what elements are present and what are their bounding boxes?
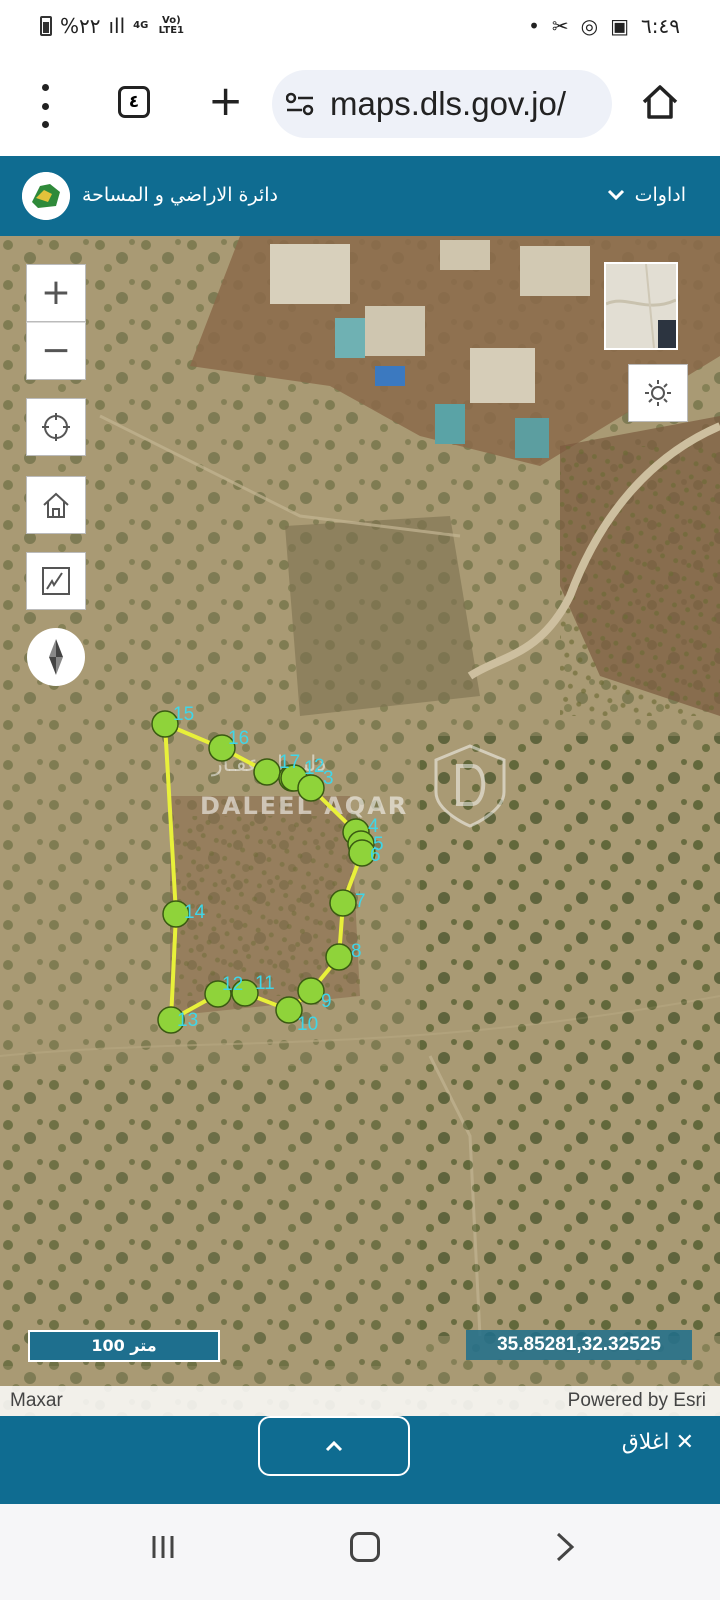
close-label: اغلاق: [621, 1430, 670, 1455]
dot-icon: •: [528, 14, 540, 38]
status-bar: %٢٢ ıll 4G Vo) LTE1 • ✂ ◎ ▣ ٦:٤٩: [0, 0, 720, 56]
parcel-vertex-label-8: 8: [351, 941, 362, 962]
signal-icon: ıll: [108, 14, 126, 38]
parcel-vertex-7[interactable]: [329, 889, 357, 917]
status-right: • ✂ ◎ ▣ ٦:٤٩: [528, 14, 680, 38]
browser-toolbar: ٤ + maps.dls.gov.jo/: [0, 56, 720, 156]
lte-indicator: Vo) LTE1: [158, 15, 184, 36]
site-settings-icon[interactable]: [286, 92, 314, 116]
parcel-vertex-17[interactable]: [253, 758, 281, 786]
brightness-button[interactable]: [628, 364, 688, 422]
home-icon: [43, 492, 69, 518]
app-title: دائرة الاراضي و المساحة: [82, 184, 279, 206]
network-type: 4G: [133, 20, 149, 31]
address-bar[interactable]: maps.dls.gov.jo/: [272, 70, 612, 138]
url-text: maps.dls.gov.jo/: [330, 85, 566, 122]
menu-icon[interactable]: [30, 84, 60, 128]
coordinates-readout: 35.85281,32.32525: [466, 1330, 692, 1360]
parcel-vertex-label-1: 1: [304, 758, 315, 779]
basemap-thumbnail: [606, 264, 676, 348]
dls-logo: [22, 172, 70, 220]
parcel-vertex-label-15: 15: [173, 704, 194, 725]
crosshair-icon: [42, 413, 70, 441]
sun-icon: [645, 380, 671, 406]
measure-icon: [42, 567, 70, 595]
app-header: دائرة الاراضي و المساحة اداوات: [0, 156, 720, 236]
tools-menu[interactable]: اداوات: [607, 180, 686, 210]
recent-apps-icon[interactable]: [148, 1532, 178, 1562]
home-nav-icon[interactable]: [350, 1532, 380, 1562]
measure-button[interactable]: [26, 552, 86, 610]
map-home-button[interactable]: [26, 476, 86, 534]
whatsapp-icon: ◎: [580, 14, 599, 38]
imagery-credit: Maxar: [10, 1390, 63, 1411]
zoom-in-button[interactable]: +: [26, 264, 86, 322]
zoom-out-button[interactable]: −: [26, 322, 86, 380]
parcel-vertex-label-3: 3: [323, 768, 334, 789]
battery-percent: %٢٢: [60, 14, 101, 38]
esri-credit[interactable]: Powered by Esri: [568, 1386, 706, 1416]
parcel-vertex-label-17: 17: [279, 752, 300, 773]
parcel-vertex-label-12: 12: [222, 974, 243, 995]
parcel-vertex-8[interactable]: [325, 943, 353, 971]
parcel-vertex-label-9: 9: [321, 991, 332, 1012]
battery-icon: [40, 16, 52, 36]
parcel-vertex-label-13: 13: [177, 1010, 198, 1031]
clock: ٦:٤٩: [641, 14, 680, 38]
scale-bar: 100 متر: [28, 1330, 220, 1362]
parcel-vertex-label-6: 6: [370, 845, 381, 866]
expand-panel-button[interactable]: [258, 1416, 410, 1476]
tools-label: اداوات: [634, 184, 686, 206]
parcel-vertex-label-10: 10: [297, 1014, 318, 1035]
chevron-down-icon: [607, 189, 624, 201]
parcel-overlay[interactable]: 151617 1 234567891011121314: [0, 236, 720, 1416]
compass-icon: [49, 639, 63, 675]
status-left: %٢٢ ıll 4G Vo) LTE1: [40, 14, 186, 38]
compass-button[interactable]: [27, 628, 85, 686]
close-icon: ✕: [675, 1430, 694, 1455]
parcel-vertex-label-7: 7: [355, 891, 366, 912]
basemap-toggle[interactable]: [604, 262, 678, 350]
parcel-vertex-label-11: 11: [255, 973, 275, 994]
locate-button[interactable]: [26, 398, 86, 456]
back-icon[interactable]: [552, 1530, 578, 1564]
missed-call-icon: ✂: [551, 14, 569, 38]
map-attribution: Maxar Powered by Esri: [0, 1386, 720, 1416]
parcel-vertex-label-14: 14: [184, 902, 206, 923]
browser-home-icon[interactable]: [640, 82, 680, 122]
system-nav-bar: [0, 1504, 720, 1600]
map-view[interactable]: دليـــل عقـار DALEEL AQAR 15161712345678…: [0, 236, 720, 1416]
tabs-button[interactable]: ٤: [118, 86, 150, 118]
close-panel-button[interactable]: اغلاق ✕: [622, 1428, 694, 1458]
new-tab-icon[interactable]: +: [208, 78, 243, 124]
parcel-vertex-label-16: 16: [228, 728, 249, 749]
gallery-icon: ▣: [610, 14, 630, 38]
bottom-panel: اغلاق ✕: [0, 1416, 720, 1504]
chevron-up-icon: [325, 1440, 343, 1452]
